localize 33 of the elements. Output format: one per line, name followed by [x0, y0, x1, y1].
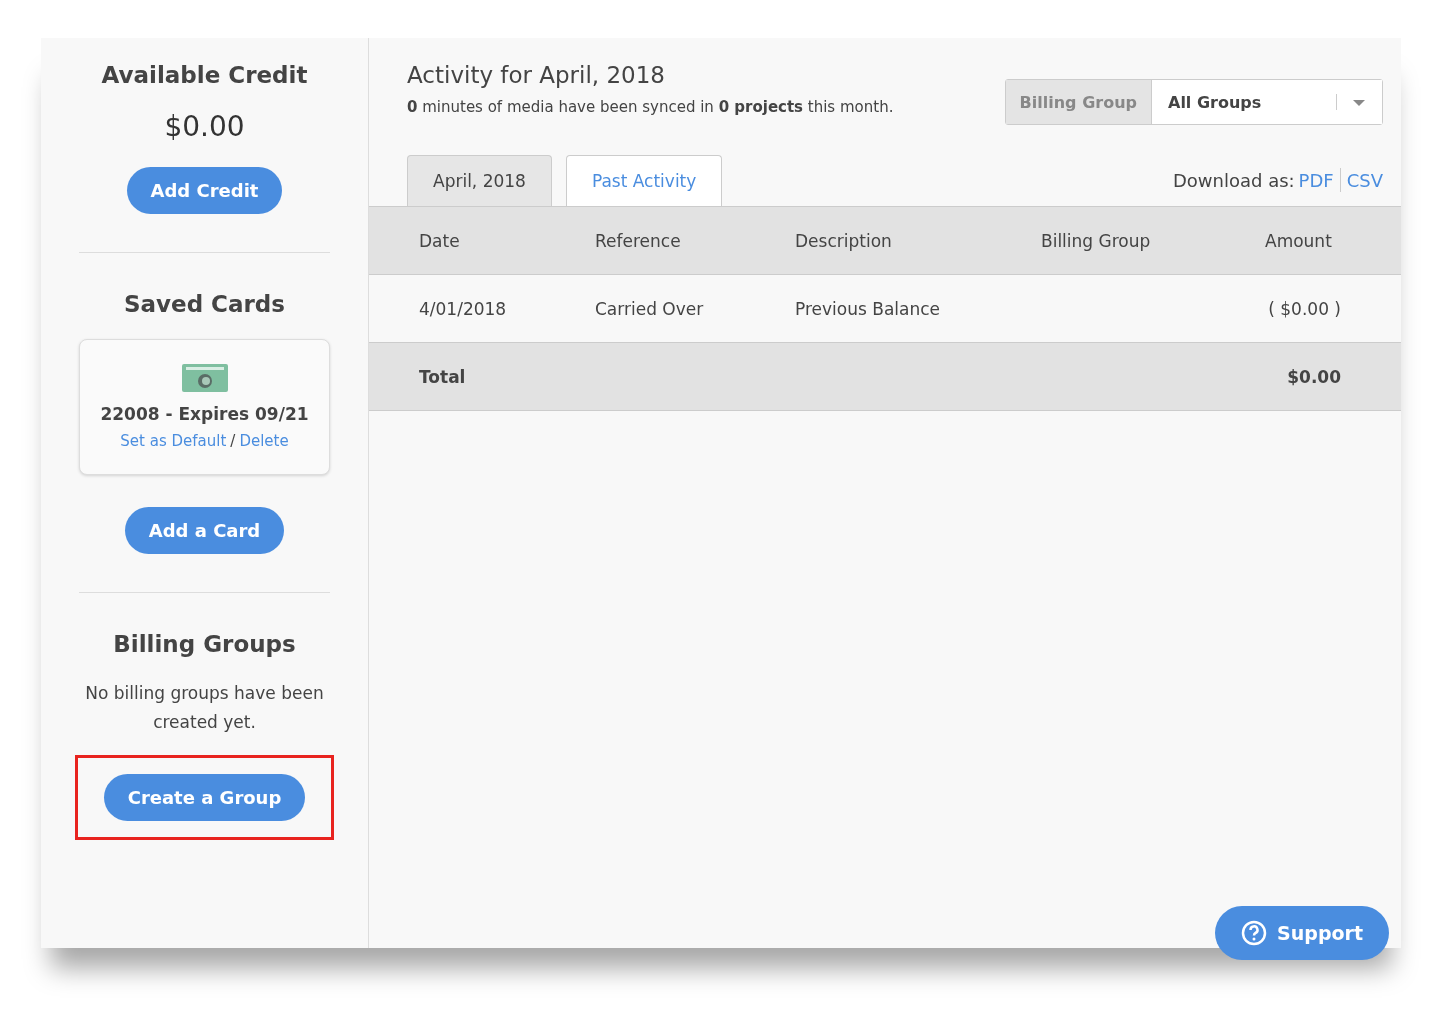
column-header: Reference [595, 230, 682, 251]
page-title: Activity for April, 2018 [407, 62, 666, 88]
add-credit-button[interactable]: Add Credit [126, 167, 283, 214]
tab[interactable]: April, 2018 [407, 155, 552, 206]
tab[interactable]: Past Activity [565, 155, 723, 206]
card-label: 22008 - Expires 09/21 [100, 404, 309, 424]
add-card-button[interactable]: Add a Card [124, 507, 285, 554]
help-icon [1241, 920, 1268, 946]
table-cell-text: Carried Over [595, 298, 705, 319]
empty-message: No billing groups have been created yet. [84, 682, 325, 734]
separator-text: / [230, 432, 236, 450]
column-header: Description [795, 230, 893, 251]
download-label: Download as: [1172, 169, 1295, 191]
table-cell-text: Previous Balance [795, 298, 942, 319]
section-title: Billing Groups [113, 631, 296, 657]
total-label: Total [419, 366, 467, 387]
total-amount: $0.00 [1286, 366, 1341, 387]
table-cell-text: 4/01/2018 [419, 298, 508, 319]
set-default-link[interactable]: Set as Default [120, 432, 227, 450]
create-group-button[interactable]: Create a Group [103, 774, 306, 821]
column-header: Billing Group [1041, 230, 1152, 251]
delete-link[interactable]: Delete [239, 432, 289, 450]
support-button[interactable]: Support [1215, 906, 1389, 960]
download-link[interactable]: PDF [1298, 169, 1334, 191]
summary-text: 0 minutes of media have been synced in 0 projects this month. [407, 98, 894, 116]
download-link[interactable]: CSV [1346, 169, 1383, 191]
section-title: Saved Cards [123, 291, 285, 317]
credit-card-icon [181, 364, 228, 392]
section-title: Available Credit [101, 62, 308, 88]
column-header: Date [419, 230, 461, 251]
credit-amount: $0.00 [164, 110, 245, 143]
column-header: Amount [1265, 230, 1333, 251]
table-cell-text: ( $0.00 ) [1267, 298, 1341, 319]
